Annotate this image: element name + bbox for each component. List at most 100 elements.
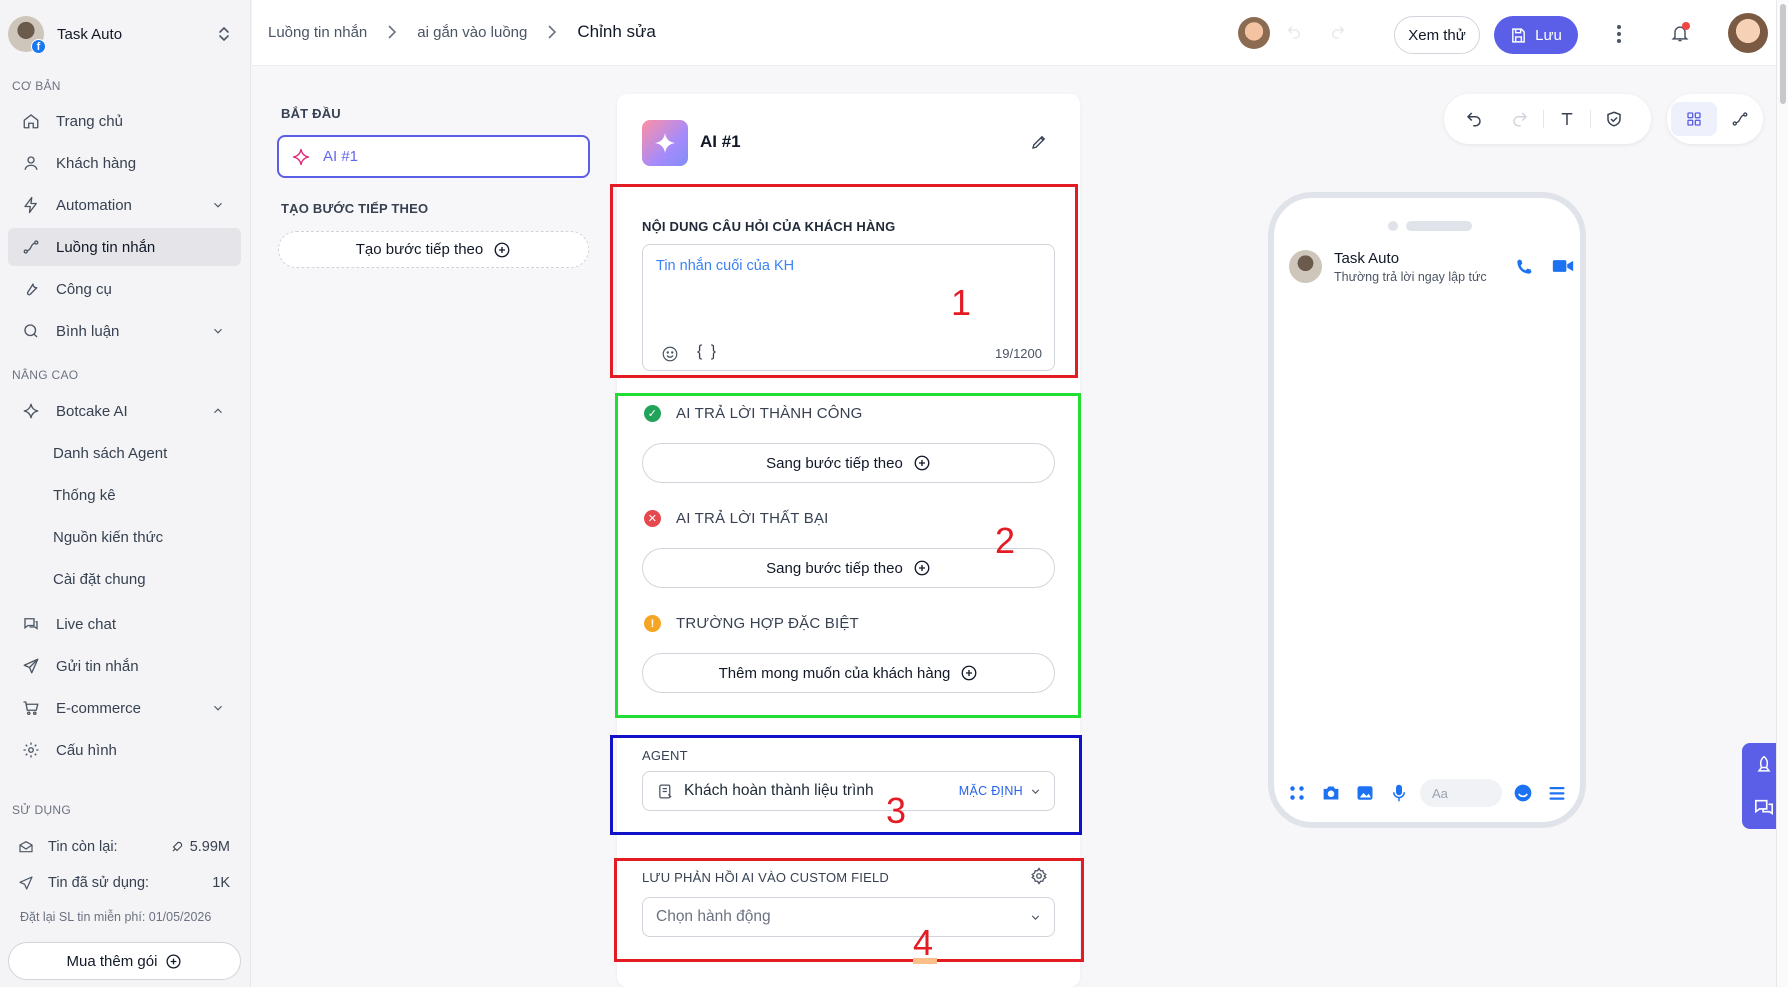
mail-icon <box>18 839 36 855</box>
step-ai-1[interactable]: AI #1 <box>277 135 590 178</box>
sidebar-item-automation[interactable]: Automation <box>8 186 241 224</box>
apps-icon <box>1280 784 1314 802</box>
sidebar-subitem-agent-list[interactable]: Danh sách Agent <box>53 445 167 462</box>
section-usage: SỬ DỤNG <box>12 803 72 817</box>
chat-name: Task Auto <box>1334 250 1400 267</box>
sidebar-item-customers[interactable]: Khách hàng <box>8 144 241 182</box>
annotation-frame-1 <box>610 184 1078 378</box>
sidebar-subitem-statistics[interactable]: Thống kê <box>53 487 116 504</box>
sidebar-item-label: Gửi tin nhắn <box>56 657 139 675</box>
section-basic: CƠ BẢN <box>12 79 61 93</box>
sidebar-item-label: E-commerce <box>56 699 142 717</box>
breadcrumb: Luồng tin nhắn ai gắn vào luồng Chỉnh sử… <box>268 22 656 42</box>
scrollbar-thumb[interactable] <box>1780 4 1786 104</box>
preview-button[interactable]: Xem thử <box>1394 16 1480 54</box>
sidebar-item-ecommerce[interactable]: E-commerce <box>8 689 241 727</box>
sidebar-item-label: Khách hàng <box>56 154 137 172</box>
usage-remaining: Tin còn lại: 5.99M <box>18 839 230 855</box>
menu-icon <box>1540 785 1574 801</box>
text-icon <box>1558 110 1576 128</box>
chat-composer: Aa <box>1280 779 1574 807</box>
shield-check-icon <box>1605 110 1623 128</box>
pencil-icon[interactable] <box>1030 133 1048 151</box>
sparkle-icon <box>20 402 42 420</box>
buy-more-button[interactable]: Mua thêm gói <box>8 942 241 980</box>
sidebar-item-send-message[interactable]: Gửi tin nhắn <box>8 647 241 685</box>
create-next-step-button[interactable]: Tạo bước tiếp theo <box>278 231 589 268</box>
messenger-preview: Task Auto Thường trả lời ngay lập tức Aa <box>1268 192 1586 828</box>
undo-button[interactable] <box>1451 102 1497 136</box>
user-icon <box>20 154 42 172</box>
sidebar-item-comments[interactable]: Bình luận <box>8 312 241 350</box>
chevron-down-icon <box>211 198 225 212</box>
chevron-down-icon <box>211 701 225 715</box>
home-icon <box>20 112 42 130</box>
save-icon <box>1510 27 1527 44</box>
undo-icon <box>1465 110 1483 128</box>
sidebar-subitem-knowledge[interactable]: Nguồn kiến thức <box>53 529 163 546</box>
wrench-icon <box>20 280 42 298</box>
grid-icon <box>1686 111 1702 127</box>
rocket-icon[interactable] <box>1754 755 1774 775</box>
emoji-icon <box>1506 783 1540 803</box>
annotation-number: 1 <box>951 282 972 323</box>
sidebar-item-botcake-ai[interactable]: Botcake AI <box>8 392 241 430</box>
more-vertical-icon[interactable] <box>1616 24 1622 44</box>
bell-icon[interactable] <box>1670 22 1690 44</box>
sidebar-item-home[interactable]: Trang chủ <box>8 102 241 140</box>
sidebar-item-tools[interactable]: Công cụ <box>8 270 241 308</box>
annotation-number: 3 <box>886 790 907 831</box>
editor-toolbar <box>1444 94 1651 144</box>
grid-view-button[interactable] <box>1671 102 1717 136</box>
step-ai-label: AI #1 <box>323 148 359 165</box>
comment-icon <box>20 322 42 340</box>
sidebar: f Task Auto CƠ BẢN Trang chủ Khách hàng … <box>0 0 251 987</box>
chat-avatar <box>1289 250 1322 283</box>
microphone-icon <box>1382 784 1416 802</box>
next-step-label: TẠO BƯỚC TIẾP THEO <box>281 201 429 216</box>
reset-note: Đặt lại SL tin miễn phí: 01/05/2026 <box>20 910 212 924</box>
plus-circle-icon <box>493 241 511 259</box>
usage-used-value: 1K <box>212 875 230 891</box>
chevron-down-icon <box>211 324 225 338</box>
breadcrumb-item[interactable]: Luồng tin nhắn <box>268 24 367 41</box>
undo-icon <box>1286 24 1302 40</box>
annotation-frame-4 <box>614 858 1084 962</box>
plus-circle-icon <box>165 953 182 970</box>
page-switcher[interactable]: f Task Auto <box>8 16 244 54</box>
ai-sparkle-icon <box>642 120 688 166</box>
ai-step-title: AI #1 <box>700 132 741 151</box>
page-scrollbar[interactable] <box>1776 0 1788 987</box>
shield-button[interactable] <box>1591 102 1637 136</box>
sidebar-item-config[interactable]: Cấu hình <box>8 731 241 769</box>
video-icon <box>1552 258 1574 274</box>
collaborator-avatar[interactable] <box>1238 17 1270 49</box>
page-name: Task Auto <box>57 25 123 43</box>
annotation-highlight <box>913 958 937 964</box>
facebook-icon: f <box>31 39 46 54</box>
chat-icon[interactable] <box>1753 798 1775 818</box>
chevron-right-icon <box>387 25 397 39</box>
text-button[interactable] <box>1544 102 1590 136</box>
sidebar-item-label: Cấu hình <box>56 741 117 759</box>
top-header: Luồng tin nhắn ai gắn vào luồng Chỉnh sử… <box>252 0 1776 66</box>
sidebar-item-label: Luồng tin nhắn <box>56 238 156 256</box>
usage-remaining-value: 5.99M <box>189 839 230 855</box>
flow-icon <box>20 238 42 256</box>
sidebar-item-message-flows[interactable]: Luồng tin nhắn <box>8 228 241 266</box>
breadcrumb-item[interactable]: ai gắn vào luồng <box>417 24 527 41</box>
usage-remaining-label: Tin còn lại: <box>48 839 118 855</box>
flow-view-button[interactable] <box>1717 102 1763 136</box>
redo-icon <box>1511 110 1529 128</box>
page-avatar: f <box>8 16 46 54</box>
user-avatar[interactable] <box>1728 13 1768 53</box>
chevron-up-icon <box>211 404 225 418</box>
sidebar-item-label: Botcake AI <box>56 402 128 420</box>
start-label: BẮT ĐẦU <box>281 106 341 121</box>
redo-button[interactable] <box>1497 102 1543 136</box>
annotation-frame-3 <box>610 735 1082 835</box>
sparkle-icon <box>291 147 311 167</box>
save-button[interactable]: Lưu <box>1494 16 1578 54</box>
sidebar-subitem-general-settings[interactable]: Cài đặt chung <box>53 571 146 588</box>
sidebar-item-live-chat[interactable]: Live chat <box>8 605 241 643</box>
